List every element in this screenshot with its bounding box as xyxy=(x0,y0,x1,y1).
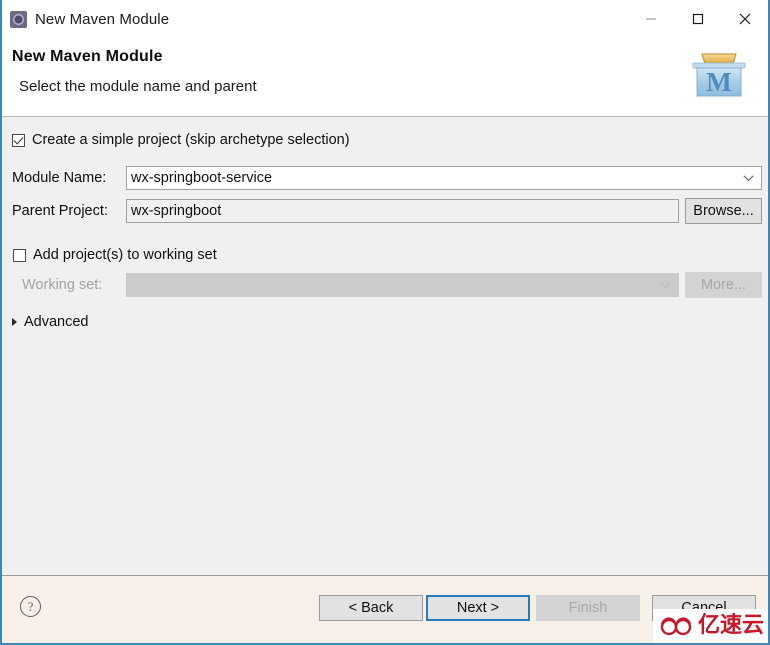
module-name-label: Module Name: xyxy=(12,170,107,186)
advanced-label: Advanced xyxy=(24,314,89,330)
parent-project-value: wx-springboot xyxy=(131,203,222,219)
back-button[interactable]: < Back xyxy=(319,595,423,621)
parent-project-label: Parent Project: xyxy=(12,203,108,219)
simple-project-row[interactable]: Create a simple project (skip archetype … xyxy=(12,132,350,148)
window-controls xyxy=(627,0,768,38)
minimize-icon[interactable] xyxy=(627,0,674,38)
new-maven-module-dialog: New Maven Module New Maven Module Select… xyxy=(0,0,770,645)
browse-button[interactable]: Browse... xyxy=(685,198,762,224)
wizard-content: Create a simple project (skip archetype … xyxy=(2,118,768,575)
add-to-working-set-row[interactable]: Add project(s) to working set xyxy=(13,247,217,263)
add-to-working-set-label: Add project(s) to working set xyxy=(33,247,217,263)
wizard-header: New Maven Module Select the module name … xyxy=(2,38,768,117)
parent-project-input[interactable]: wx-springboot xyxy=(126,199,679,223)
title-bar: New Maven Module xyxy=(2,0,768,38)
page-subtitle: Select the module name and parent xyxy=(19,78,257,95)
maven-module-icon xyxy=(10,10,27,28)
advanced-section-toggle[interactable]: Advanced xyxy=(12,314,89,330)
close-icon[interactable] xyxy=(721,0,768,38)
chevron-down-icon xyxy=(743,175,754,182)
more-button: More... xyxy=(685,272,762,298)
simple-project-label: Create a simple project (skip archetype … xyxy=(32,132,350,148)
watermark-text: 亿速云 xyxy=(697,613,764,638)
chevron-down-icon xyxy=(660,282,671,289)
maximize-icon[interactable] xyxy=(674,0,721,38)
watermark: 亿速云 xyxy=(652,609,768,643)
working-set-combo xyxy=(126,273,679,297)
maven-logo: M xyxy=(692,53,746,97)
simple-project-checkbox[interactable] xyxy=(12,133,25,147)
help-icon[interactable]: ? xyxy=(20,596,41,617)
next-button[interactable]: Next > xyxy=(426,595,530,621)
page-title: New Maven Module xyxy=(12,48,163,65)
svg-text:M: M xyxy=(706,67,731,97)
triangle-right-icon xyxy=(12,318,17,326)
cloud-logo-icon xyxy=(660,617,692,636)
working-set-label: Working set: xyxy=(22,277,103,293)
finish-button[interactable]: Finish xyxy=(536,595,640,621)
add-to-working-set-checkbox[interactable] xyxy=(13,248,26,262)
module-name-value: wx-springboot-service xyxy=(131,170,273,186)
window-title: New Maven Module xyxy=(35,10,170,28)
module-name-input[interactable]: wx-springboot-service xyxy=(126,166,762,190)
